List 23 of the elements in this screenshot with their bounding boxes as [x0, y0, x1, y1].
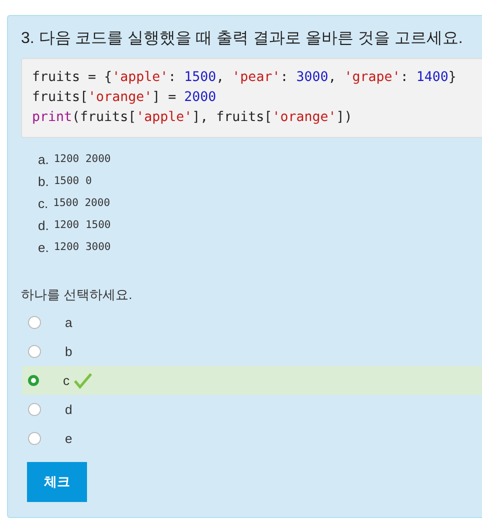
option-text: 1500 2000 [53, 197, 110, 209]
option-label: d. [38, 218, 49, 232]
option-text: 1200 3000 [54, 241, 111, 253]
radio-button[interactable] [28, 316, 41, 329]
radio-button[interactable] [28, 403, 41, 416]
option-label: b. [38, 174, 49, 188]
question-title: 3. 다음 코드를 실행했을 때 출력 결과로 올바른 것을 고르세요. [21, 29, 464, 49]
prompt-text: 하나를 선택하세요. [21, 286, 134, 304]
code-block: fruits = {'apple': 1500, 'pear': 3000, 'grape': 1400} fruits['orange'] = 2000 print(fruits['apple'], fruits['orange']) [21, 58, 482, 138]
choice-label[interactable]: b [65, 344, 72, 359]
option-label: a. [38, 152, 49, 166]
radio-button[interactable] [28, 375, 39, 386]
choice-label[interactable]: a [65, 315, 72, 330]
option-label: e. [38, 240, 49, 254]
choice-label[interactable]: c [63, 373, 70, 388]
option-label: c. [38, 196, 48, 210]
option-text: 1200 1500 [54, 219, 111, 231]
choice-label[interactable]: e [65, 431, 72, 446]
option-text: 1200 2000 [54, 153, 111, 165]
option-text: 1500 0 [54, 175, 92, 187]
radio-button[interactable] [28, 432, 41, 445]
choice-label[interactable]: d [65, 402, 72, 417]
radio-button[interactable] [28, 345, 41, 358]
